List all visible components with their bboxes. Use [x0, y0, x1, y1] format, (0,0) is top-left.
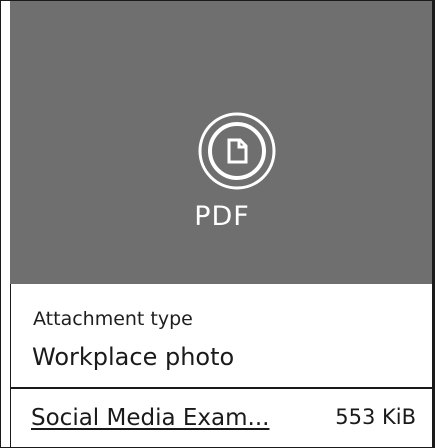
attachment-type-value: Workplace photo	[32, 343, 235, 371]
file-size: 553 KiB	[335, 405, 416, 429]
divider	[10, 387, 434, 389]
file-name-link[interactable]: Social Media Exam...	[31, 405, 293, 431]
pdf-file-icon	[198, 112, 276, 190]
attachment-card: PDF Attachment type Workplace photo Soci…	[0, 0, 435, 448]
attachment-type-label: Attachment type	[33, 308, 193, 330]
left-border	[10, 284, 11, 448]
right-border	[432, 1, 434, 448]
file-type-label: PDF	[194, 201, 250, 232]
attachment-preview[interactable]: PDF	[10, 1, 435, 284]
